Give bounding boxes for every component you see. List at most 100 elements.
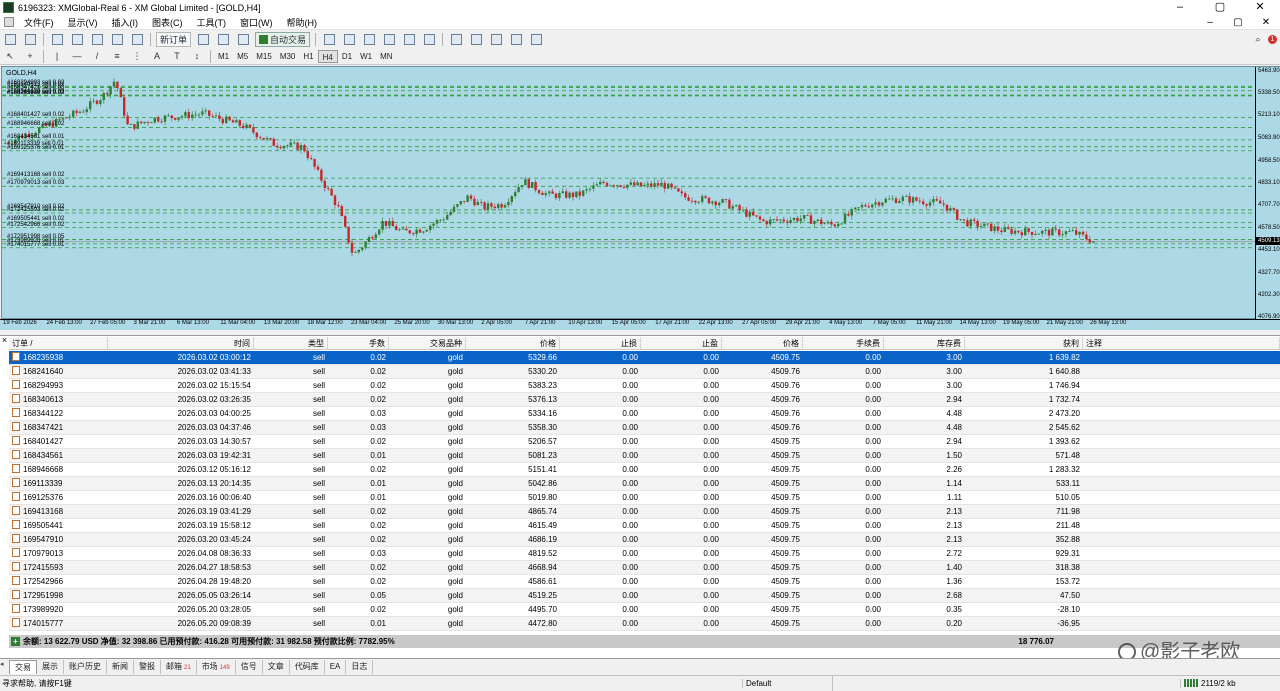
menu-file[interactable]: 文件(F) — [17, 16, 61, 29]
child-close-button[interactable]: ✕ — [1252, 17, 1280, 28]
column-header[interactable]: 止盈 — [641, 337, 722, 349]
tab-7[interactable]: 信号 — [236, 660, 263, 674]
tab-2[interactable]: 账户历史 — [64, 660, 107, 674]
tab-10[interactable]: EA — [325, 660, 347, 674]
column-header[interactable]: 止损 — [560, 337, 641, 349]
table-row[interactable]: 168241640 2026.03.02 03:41:33 sell 0.02 gold… — [9, 365, 1280, 379]
tab-1[interactable]: 展示 — [37, 660, 64, 674]
table-row[interactable]: 168347421 2026.03.03 04:37:46 sell 0.03 gold… — [9, 421, 1280, 435]
templates-icon[interactable] — [528, 32, 544, 47]
column-header[interactable]: 类型 — [254, 337, 328, 349]
timeframe-m5[interactable]: M5 — [233, 50, 252, 63]
table-row[interactable]: 172951998 2026.05.05 03:26:14 sell 0.05 gold… — [9, 589, 1280, 603]
market-icon[interactable] — [235, 32, 251, 47]
column-header[interactable]: 注释 — [1083, 337, 1280, 349]
auto-trading-button[interactable]: 自动交易 — [255, 31, 311, 47]
tab-3[interactable]: 新闻 — [107, 660, 134, 674]
table-row[interactable]: 168946668 2026.03.12 05:16:12 sell 0.02 gold… — [9, 463, 1280, 477]
column-header[interactable]: 价格 — [466, 337, 560, 349]
close-button[interactable]: ✕ — [1240, 0, 1280, 15]
tab-4[interactable]: 警报 — [134, 660, 161, 674]
metaeditor-icon[interactable] — [195, 32, 211, 47]
table-row[interactable]: 169547910 2026.03.20 03:45:24 sell 0.02 gold… — [9, 533, 1280, 547]
child-minimize-button[interactable]: – — [1196, 17, 1224, 28]
candlestick-plot[interactable] — [2, 67, 1255, 318]
auto-scroll-icon[interactable] — [468, 32, 484, 47]
bar-chart-icon[interactable] — [321, 32, 337, 47]
table-row[interactable]: 169505441 2026.03.19 15:58:12 sell 0.02 gold… — [9, 519, 1280, 533]
menu-insert[interactable]: 插入(I) — [105, 16, 146, 29]
column-header[interactable]: 订单 / — [9, 337, 108, 349]
signals-icon[interactable] — [215, 32, 231, 47]
tab-9[interactable]: 代码库 — [290, 660, 325, 674]
column-header[interactable]: 获利 — [965, 337, 1083, 349]
table-row[interactable]: 169413168 2026.03.19 03:41:29 sell 0.02 gold… — [9, 505, 1280, 519]
menu-help[interactable]: 帮助(H) — [280, 16, 325, 29]
vertical-line-icon[interactable]: | — [49, 49, 65, 64]
tab-5[interactable]: 邮箱 21 — [161, 660, 197, 674]
table-row[interactable]: 168344122 2026.03.03 04:00:25 sell 0.03 gold… — [9, 407, 1280, 421]
table-row[interactable]: 169125376 2026.03.16 00:06:40 sell 0.01 gold… — [9, 491, 1280, 505]
tab-11[interactable]: 日志 — [346, 660, 374, 674]
text-icon[interactable]: A — [149, 49, 165, 64]
zoom-in-icon[interactable] — [381, 32, 397, 47]
table-row[interactable]: 172542966 2026.04.28 19:48:20 sell 0.02 gold… — [9, 575, 1280, 589]
zoom-out-icon[interactable] — [401, 32, 417, 47]
maximize-button[interactable]: ▢ — [1200, 0, 1240, 15]
table-row[interactable]: 168401427 2026.03.03 14:30:57 sell 0.02 gold… — [9, 435, 1280, 449]
table-row[interactable]: 168294993 2026.03.02 15:15:54 sell 0.02 gold… — [9, 379, 1280, 393]
search-icon[interactable]: ⌕ — [1250, 32, 1266, 47]
price-axis[interactable] — [1255, 67, 1280, 319]
timeframe-h4[interactable]: H4 — [317, 49, 338, 63]
crosshair-icon[interactable]: + — [22, 49, 38, 64]
tile-windows-icon[interactable] — [421, 32, 437, 47]
column-header[interactable]: 交易品种 — [389, 337, 466, 349]
menu-view[interactable]: 显示(V) — [61, 16, 105, 29]
table-row[interactable]: 168235938 2026.03.02 03:00:12 sell 0.02 gold… — [9, 351, 1280, 365]
menu-charts[interactable]: 图表(C) — [145, 16, 190, 29]
table-row[interactable]: 168340613 2026.03.02 03:26:35 sell 0.02 gold… — [9, 393, 1280, 407]
timeframe-h1[interactable]: H1 — [299, 50, 317, 63]
tab-0[interactable]: 交易 — [9, 660, 37, 674]
column-header[interactable]: 库存费 — [884, 337, 965, 349]
column-header[interactable]: 价格 — [722, 337, 803, 349]
chart-window-icon[interactable] — [4, 17, 14, 27]
column-header[interactable]: 手数 — [328, 337, 389, 349]
timeframe-w1[interactable]: W1 — [356, 50, 376, 63]
candlestick-icon[interactable] — [341, 32, 357, 47]
table-row[interactable]: 169113339 2026.03.13 20:14:35 sell 0.01 gold… — [9, 477, 1280, 491]
table-row[interactable]: 170979013 2026.04.08 08:36:33 sell 0.03 gold… — [9, 547, 1280, 561]
label-icon[interactable]: T — [169, 49, 185, 64]
profiles-icon[interactable] — [22, 32, 38, 47]
periods-icon[interactable] — [508, 32, 524, 47]
table-row[interactable]: 172415593 2026.04.27 18:58:53 sell 0.02 gold… — [9, 561, 1280, 575]
price-chart[interactable]: GOLD,H4 — [1, 66, 1280, 319]
timeframe-mn[interactable]: MN — [376, 50, 396, 63]
indicators-icon[interactable] — [488, 32, 504, 47]
menu-window[interactable]: 窗口(W) — [233, 16, 280, 29]
new-order-button[interactable]: 新订单 — [156, 31, 192, 47]
timeframe-m1[interactable]: M1 — [214, 50, 233, 63]
timeframe-m15[interactable]: M15 — [252, 50, 276, 63]
column-header[interactable]: 手续费 — [803, 337, 884, 349]
cursor-icon[interactable]: ↖ — [2, 49, 18, 64]
child-restore-button[interactable]: ▢ — [1224, 17, 1252, 28]
terminal-icon[interactable] — [109, 32, 125, 47]
navigator-icon[interactable] — [89, 32, 105, 47]
channel-icon[interactable]: ≡ — [109, 49, 125, 64]
tab-8[interactable]: 文章 — [263, 660, 290, 674]
arrows-icon[interactable]: ↕ — [189, 49, 205, 64]
chart-shift-icon[interactable] — [448, 32, 464, 47]
minimize-button[interactable]: – — [1160, 0, 1200, 15]
table-row[interactable]: 168434561 2026.03.03 19:42:31 sell 0.01 gold… — [9, 449, 1280, 463]
terminal-close-icon[interactable]: × — [0, 336, 9, 346]
notification-badge[interactable]: 1 — [1268, 34, 1277, 44]
data-window-icon[interactable] — [69, 32, 85, 47]
timeframe-m30[interactable]: M30 — [276, 50, 300, 63]
table-row[interactable]: 173989920 2026.05.20 03:28:05 sell 0.02 gold… — [9, 603, 1280, 617]
fibonacci-icon[interactable]: ⋮ — [129, 49, 145, 64]
horizontal-line-icon[interactable]: — — [69, 49, 85, 64]
new-chart-icon[interactable] — [2, 32, 18, 47]
tabs-left-icon[interactable]: ◂ — [0, 660, 9, 674]
market-watch-icon[interactable] — [49, 32, 65, 47]
